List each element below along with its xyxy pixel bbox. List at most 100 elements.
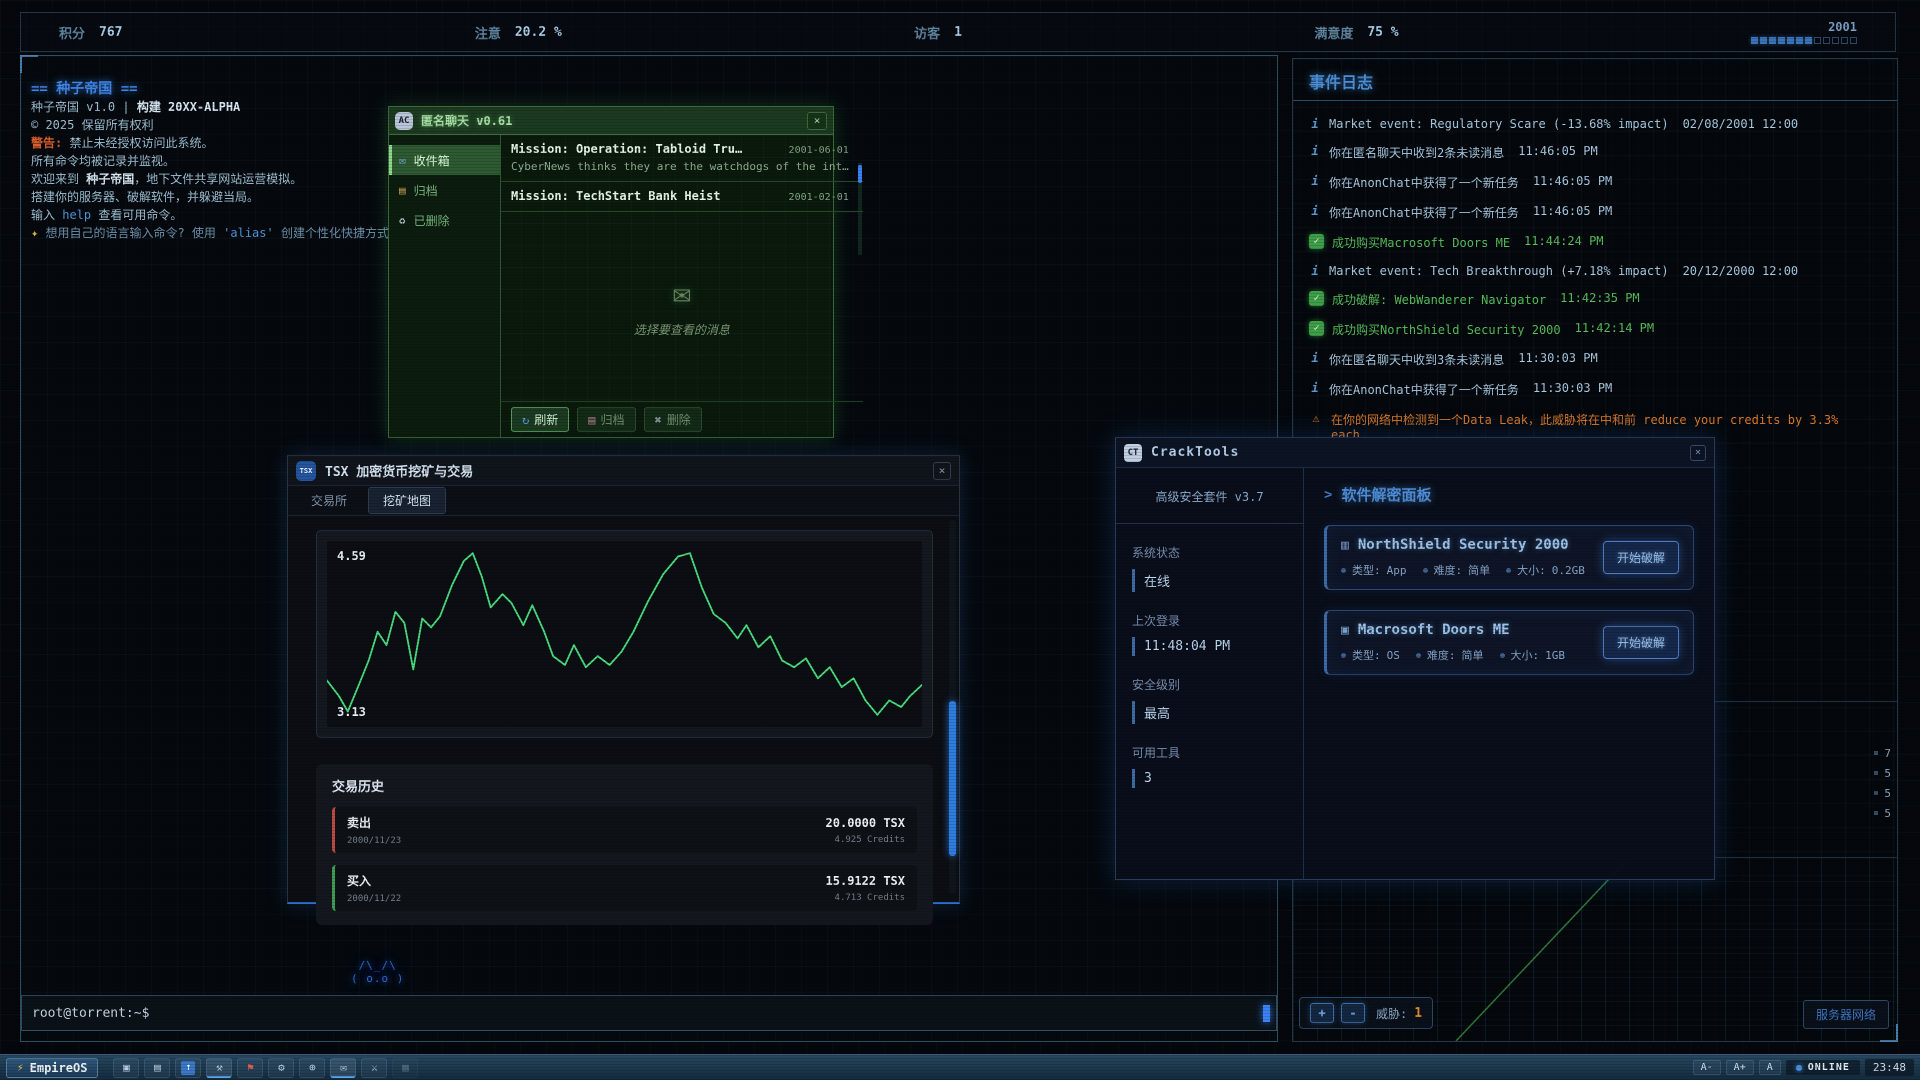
font-reset-button[interactable]: A (1759, 1060, 1781, 1075)
trade-date: 2000/11/22 (347, 894, 401, 904)
archive-icon: ▤ (588, 413, 595, 427)
year-progress-cell (1814, 37, 1821, 44)
meta-label: 大小: (1517, 562, 1546, 578)
mail-list-item[interactable]: Mission: Operation: Tabloid Tru… 2001-06… (501, 135, 863, 182)
cracktools-titlebar[interactable]: CT CrackTools × (1116, 438, 1714, 468)
status-dot-icon (1796, 1065, 1802, 1071)
mail-scrollbar-thumb[interactable] (858, 165, 862, 183)
sidebar-item-deleted[interactable]: ♻ 已删除 (389, 205, 500, 235)
start-crack-button[interactable]: 开始破解 (1603, 626, 1679, 659)
refresh-icon: ↻ (522, 413, 529, 427)
bullet-icon (1341, 653, 1346, 658)
event-type-icon: i (1309, 381, 1321, 395)
mail-date: 2001-06-01 (789, 145, 849, 156)
button-label: 刷新 (534, 411, 558, 428)
event-text: 你在匿名聊天中收到3条未读消息 (1329, 351, 1504, 368)
globe-icon[interactable]: ⊕ (299, 1058, 325, 1078)
gear-icon[interactable]: ⚙ (268, 1058, 294, 1078)
zoom-in-button[interactable]: + (1310, 1003, 1334, 1023)
event-time: 11:30:03 PM (1533, 381, 1612, 395)
event-type-icon: ✓ (1309, 234, 1324, 249)
event-time: 11:46:05 PM (1518, 144, 1597, 158)
count-dot-icon (1874, 751, 1878, 755)
font-decrease-button[interactable]: A- (1693, 1060, 1721, 1075)
stat-credits: 积分 767 (59, 23, 123, 42)
event-log-entry: ✓ 成功购买Macrosoft Doors ME 11:44:24 PM (1309, 234, 1881, 251)
count-value: 7 (1884, 747, 1891, 760)
event-text: Market event: Regulatory Scare (-13.68% … (1329, 117, 1669, 131)
sidebar-item-archive[interactable]: ▤ 归档 (389, 175, 500, 205)
close-icon[interactable]: × (1690, 445, 1706, 461)
archive-button[interactable]: ▤ 归档 (577, 407, 635, 432)
system-status-value: 在线 (1132, 569, 1287, 592)
tab-exchange[interactable]: 交易所 (296, 487, 362, 514)
stat-value: 20.2 % (515, 25, 562, 40)
count-value: 5 (1884, 807, 1891, 820)
event-log-entry: i 你在匿名聊天中收到2条未读消息 11:46:05 PM (1309, 144, 1881, 161)
chat-titlebar[interactable]: AC 匿名聊天 v0.61 × (389, 107, 833, 135)
stat-satisfaction: 满意度 75 % (1314, 23, 1398, 42)
terminal-prompt: root@torrent:~$ (32, 1006, 149, 1021)
server-count-row: 7 (1874, 743, 1891, 763)
upload-icon[interactable]: ↑ (175, 1058, 201, 1078)
meta-value: 简单 (1462, 647, 1484, 663)
font-increase-button[interactable]: A+ (1726, 1060, 1754, 1075)
sidebar-item-inbox[interactable]: ✉ 收件箱 (389, 145, 500, 175)
mail-subject: Mission: Operation: Tabloid Tru… (511, 142, 742, 156)
stat-value: 1 (954, 25, 962, 40)
price-chart-panel: 4.59 3.13 (316, 530, 933, 738)
bullet-icon (1500, 653, 1505, 658)
event-log-entry: i 你在匿名聊天中收到3条未读消息 11:30:03 PM (1309, 351, 1881, 368)
tsx-scrollbar-thumb[interactable] (949, 701, 956, 856)
event-text: Market event: Tech Breakthrough (+7.18% … (1329, 264, 1669, 278)
event-type-icon: i (1309, 144, 1321, 158)
event-text: 成功购买NorthShield Security 2000 (1332, 321, 1561, 338)
close-icon[interactable]: × (933, 462, 951, 480)
chat-app-icon: AC (395, 112, 413, 130)
tsx-tab-bar: 交易所 挖矿地图 (288, 486, 959, 516)
event-time: 11:42:14 PM (1575, 321, 1654, 335)
chat-icon[interactable]: ✉ (330, 1058, 356, 1078)
tsx-titlebar[interactable]: TSX TSX 加密货币挖矿与交易 × (288, 456, 959, 486)
stat-attention: 注意 20.2 % (475, 23, 562, 42)
year-label: 2001 (1828, 20, 1857, 34)
trade-side: 卖出 (347, 814, 401, 831)
button-label: 归档 (600, 411, 624, 428)
meta-label: 难度: (1434, 562, 1463, 578)
delete-button[interactable]: ✖ 删除 (644, 407, 702, 432)
archive-icon: ▤ (399, 184, 406, 197)
chat-body: ✉ 收件箱 ▤ 归档 ♻ 已删除 Mission: Operation: Tab… (389, 135, 833, 437)
start-crack-button[interactable]: 开始破解 (1603, 541, 1679, 574)
close-icon[interactable]: × (807, 112, 827, 130)
tools-available-value: 3 (1132, 769, 1287, 788)
year-progress-cell (1796, 37, 1803, 44)
package-icon[interactable]: ▤ (144, 1058, 170, 1078)
start-menu-button[interactable]: ⚡ EmpireOS (6, 1058, 98, 1078)
megaphone-icon[interactable]: ⚑ (237, 1058, 263, 1078)
year-progress-cell (1823, 37, 1830, 44)
meta-label: 类型: (1352, 647, 1381, 663)
computer-icon[interactable]: ▣ (113, 1058, 139, 1078)
briefcase-icon[interactable]: ▦ (392, 1058, 418, 1078)
stat-label: 访客 (914, 23, 940, 42)
security-level-value: 最高 (1132, 701, 1287, 724)
trade-credits: 4.713 Credits (826, 893, 905, 903)
mail-list-item[interactable]: Mission: TechStart Bank Heist 2001-02-01 (501, 182, 863, 212)
field-label: 系统状态 (1132, 544, 1287, 561)
trade-side: 买入 (347, 872, 401, 889)
stat-label: 满意度 (1314, 23, 1353, 42)
mail-date: 2001-02-01 (789, 192, 849, 203)
event-text: 成功破解: WebWanderer Navigator (1332, 291, 1546, 308)
crack-panel-title: 软件解密面板 (1341, 484, 1431, 505)
tab-mining-map[interactable]: 挖矿地图 (368, 487, 446, 514)
pickaxe-icon[interactable]: ⚔ (361, 1058, 387, 1078)
zoom-out-button[interactable]: - (1341, 1003, 1365, 1023)
software-name: NorthShield Security 2000 (1358, 537, 1569, 553)
year-progress-cell (1805, 37, 1812, 44)
sidebar-item-label: 归档 (414, 182, 438, 199)
trade-credits: 4.925 Credits (826, 835, 905, 845)
terminal-input[interactable]: root@torrent:~$ (21, 995, 1277, 1031)
refresh-button[interactable]: ↻ 刷新 (511, 407, 569, 432)
server-network-button[interactable]: 服务器网络 (1803, 1000, 1889, 1029)
hammer-icon[interactable]: ⚒ (206, 1058, 232, 1078)
